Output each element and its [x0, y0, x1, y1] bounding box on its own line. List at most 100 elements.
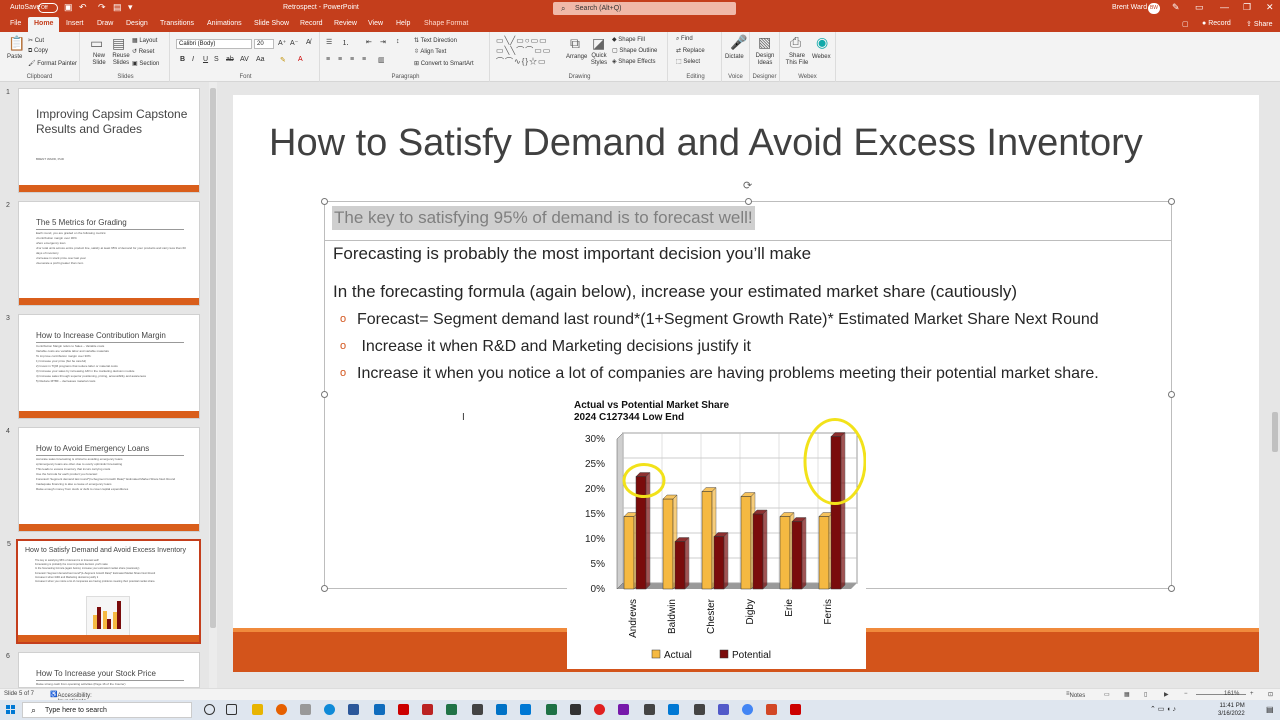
- bold-icon[interactable]: B: [180, 56, 185, 63]
- fit-slide-icon[interactable]: ⊡: [1268, 691, 1273, 698]
- bullet-rd-marketing[interactable]: Increase it when R&D and Marketing decis…: [357, 336, 751, 357]
- zoom-level[interactable]: 161%: [1224, 691, 1239, 697]
- excel-icon[interactable]: [446, 704, 457, 715]
- reuse-slides-button[interactable]: Reuse Slides: [110, 53, 132, 67]
- spacing-icon[interactable]: AV: [240, 56, 249, 63]
- font-size-select[interactable]: 20: [254, 39, 274, 49]
- app-icon[interactable]: [496, 704, 507, 715]
- search-box[interactable]: ⌕ Search (Alt+Q): [553, 2, 736, 15]
- app-icon[interactable]: [300, 704, 311, 715]
- app-icon[interactable]: [570, 704, 581, 715]
- increase-indent-icon[interactable]: ⇥: [380, 38, 386, 46]
- webex-button[interactable]: Webex: [812, 54, 831, 60]
- align-text-button[interactable]: ⇳ Align Text: [414, 48, 446, 55]
- minimize-icon[interactable]: —: [1220, 2, 1229, 12]
- decrease-font-icon[interactable]: A⁻: [290, 39, 298, 47]
- numbering-icon[interactable]: ⒈: [342, 38, 349, 48]
- tab-transitions[interactable]: Transitions: [160, 20, 194, 27]
- highlighted-key-text[interactable]: The key to satisfying 95% of demand is t…: [332, 206, 755, 230]
- app-icon[interactable]: [472, 704, 483, 715]
- outlook-icon[interactable]: [520, 704, 531, 715]
- windows-start-icon[interactable]: [6, 705, 16, 715]
- tab-draw[interactable]: Draw: [97, 20, 113, 27]
- copy-button[interactable]: ⧉ Copy: [28, 48, 48, 55]
- tab-record[interactable]: Record: [300, 20, 323, 27]
- font-color-icon[interactable]: A: [298, 56, 303, 63]
- reset-button[interactable]: ↺ Reset: [132, 48, 154, 55]
- section-button[interactable]: ▣ Section: [132, 60, 159, 67]
- app-icon[interactable]: [644, 704, 655, 715]
- resize-handle-left[interactable]: [321, 391, 328, 398]
- slide-thumbnail-6[interactable]: 6 How To Increase your Stock Price Raise…: [6, 652, 200, 688]
- replace-button[interactable]: ⇄ Replace: [676, 47, 705, 54]
- layout-button[interactable]: ▦ Layout: [132, 37, 157, 44]
- bullet-forecast-formula[interactable]: Forecast= Segment demand last round*(1+S…: [357, 309, 1099, 330]
- tab-help[interactable]: Help: [396, 20, 410, 27]
- share-file-button[interactable]: Share This File: [784, 53, 810, 67]
- clear-format-icon[interactable]: A̸: [306, 39, 311, 46]
- select-button[interactable]: ⬚ Select: [676, 58, 700, 65]
- app-icon[interactable]: [546, 704, 557, 715]
- slide-thumbnail-5[interactable]: 5 How to Satisfy Demand and Avoid Excess…: [7, 539, 201, 644]
- present-icon[interactable]: ▤: [113, 2, 122, 13]
- thumbnail-scrollbar[interactable]: [209, 82, 217, 688]
- find-button[interactable]: ⌕ Find: [676, 36, 693, 43]
- accessibility-status[interactable]: ♿ Accessibility: Investigate: [50, 691, 92, 705]
- slide-thumbnail-3[interactable]: 3 How to Increase Contribution Margin Co…: [6, 314, 200, 419]
- word-icon[interactable]: [348, 704, 359, 715]
- tab-design[interactable]: Design: [126, 20, 148, 27]
- teams-icon[interactable]: [718, 704, 729, 715]
- comments-icon[interactable]: ▢: [1182, 20, 1189, 28]
- shapes-gallery[interactable]: ▭╲╱▭○▭▭ ▭╲╲⌒⌒▭▭ ⌒⌒∿{}☆▭: [496, 36, 551, 67]
- pen-icon[interactable]: ✎: [1172, 2, 1180, 13]
- customize-qat-icon[interactable]: ▾: [128, 2, 133, 13]
- editor-scrollbar[interactable]: [1270, 82, 1280, 688]
- cortana-icon[interactable]: [204, 704, 215, 715]
- thumbnail-scrollbar-thumb[interactable]: [210, 88, 216, 628]
- resize-handle-top[interactable]: [745, 198, 752, 205]
- text-direction-button[interactable]: ⇅ Text Direction: [414, 37, 457, 44]
- shadow-icon[interactable]: S: [214, 56, 219, 63]
- avatar[interactable]: BW: [1148, 3, 1160, 14]
- app-icon[interactable]: [594, 704, 605, 715]
- decrease-indent-icon[interactable]: ⇤: [366, 38, 372, 46]
- taskbar-search[interactable]: ⌕ Type here to search: [22, 702, 192, 718]
- tab-animations[interactable]: Animations: [207, 20, 242, 27]
- powerpoint-icon[interactable]: [766, 704, 777, 715]
- paragraph-forecasting[interactable]: Forecasting is probably the most importa…: [333, 244, 811, 264]
- align-left-icon[interactable]: ≡: [326, 56, 330, 63]
- tab-home[interactable]: Home: [28, 17, 60, 32]
- font-family-select[interactable]: Calibri (Body): [176, 39, 252, 49]
- reading-view-icon[interactable]: ▯: [1144, 691, 1147, 698]
- market-share-chart[interactable]: Actual vs Potential Market Share 2024 C1…: [567, 396, 867, 669]
- tab-view[interactable]: View: [368, 20, 383, 27]
- user-name[interactable]: Brent Ward: [1112, 4, 1147, 11]
- tab-file[interactable]: File: [10, 20, 21, 27]
- tab-shape-format[interactable]: Shape Format: [424, 20, 468, 27]
- resize-handle-bottom-right[interactable]: [1168, 585, 1175, 592]
- editor-scrollbar-thumb[interactable]: [1272, 412, 1278, 452]
- chrome-icon[interactable]: [742, 704, 753, 715]
- slide-thumbnail-4[interactable]: 4 How to Avoid Emergency Loans Accurate …: [6, 427, 200, 532]
- slideshow-icon[interactable]: ▶: [1164, 691, 1169, 698]
- save-icon[interactable]: ▣: [64, 2, 73, 13]
- ribbon-display-icon[interactable]: ▭: [1195, 2, 1204, 13]
- acrobat-icon[interactable]: [398, 704, 409, 715]
- quick-styles-button[interactable]: Quick Styles: [588, 53, 610, 67]
- shape-outline-button[interactable]: ▢ Shape Outline: [612, 47, 657, 54]
- app-icon[interactable]: [374, 704, 385, 715]
- case-icon[interactable]: Aa: [256, 56, 265, 63]
- edge-icon[interactable]: [324, 704, 335, 715]
- justify-icon[interactable]: ≡: [362, 56, 366, 63]
- resize-handle-bottom-left[interactable]: [321, 585, 328, 592]
- align-right-icon[interactable]: ≡: [350, 56, 354, 63]
- app-icon[interactable]: [668, 704, 679, 715]
- rotate-handle-icon[interactable]: ⟳: [743, 179, 752, 192]
- strikethrough-icon[interactable]: ab: [226, 56, 234, 63]
- autosave-toggle[interactable]: Off: [38, 3, 58, 13]
- zoom-in-icon[interactable]: +: [1250, 691, 1254, 697]
- bullets-icon[interactable]: ☰: [326, 38, 332, 46]
- restore-icon[interactable]: ❐: [1243, 2, 1251, 13]
- new-slide-button[interactable]: New Slide: [88, 53, 110, 67]
- arrange-button[interactable]: Arrange: [566, 54, 587, 60]
